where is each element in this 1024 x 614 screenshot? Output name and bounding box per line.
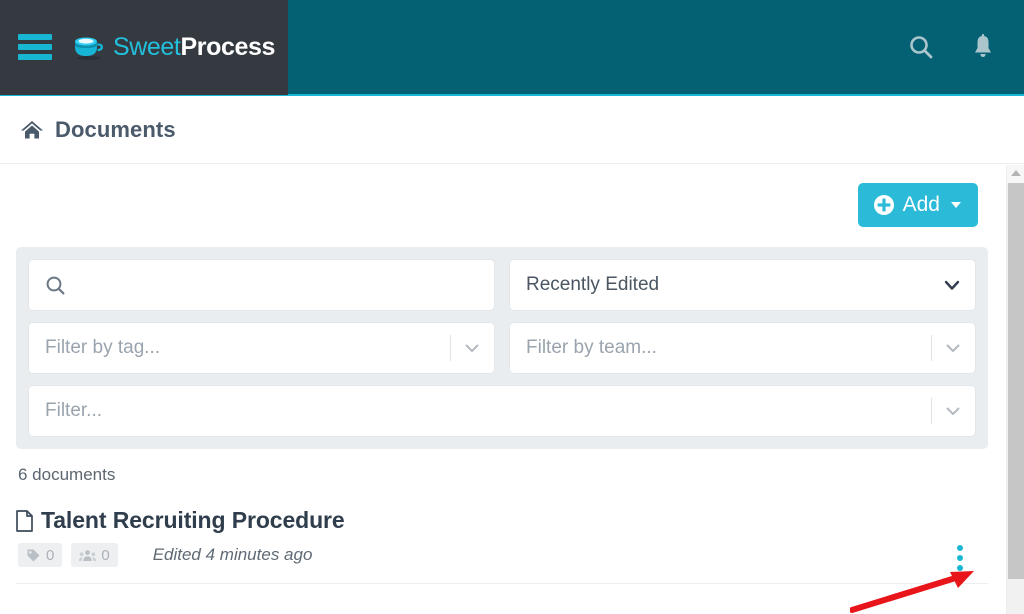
plus-circle-icon xyxy=(873,195,894,215)
caret-down-icon xyxy=(951,202,961,208)
kebab-dot xyxy=(957,555,963,561)
tag-count-badge[interactable]: 0 xyxy=(18,543,63,567)
users-icon xyxy=(79,549,97,561)
search-icon[interactable] xyxy=(906,32,936,62)
document-meta: 0 0 Edited 4 minutes ago xyxy=(18,543,988,567)
navbar-actions xyxy=(906,32,1024,62)
team-filter-placeholder: Filter by team... xyxy=(526,337,657,358)
tag-filter-select[interactable]: Filter by tag... xyxy=(28,322,495,374)
scroll-up-arrow[interactable] xyxy=(1010,170,1021,176)
filter-row-2: Filter by tag... Filter by team... xyxy=(28,322,976,374)
document-count: 6 documents xyxy=(18,465,116,484)
filter-row-1: Recently Edited xyxy=(28,259,976,311)
breadcrumb: Documents xyxy=(0,96,1024,164)
breadcrumb-label: Documents xyxy=(55,116,176,142)
team-filter-select[interactable]: Filter by team... xyxy=(509,322,976,374)
chevron-down-icon[interactable] xyxy=(462,338,482,358)
navbar-brand-zone: SweetProcess xyxy=(0,0,288,95)
scrollbar-thumb[interactable] xyxy=(1008,183,1024,579)
chevron-down-icon[interactable] xyxy=(943,401,963,421)
sort-select-value: Recently Edited xyxy=(526,274,660,295)
add-button-label: Add xyxy=(902,193,940,216)
scrollbar-track[interactable] xyxy=(1007,183,1024,614)
document-edited-time: Edited 4 minutes ago xyxy=(152,545,313,564)
search-input[interactable] xyxy=(28,259,495,311)
general-filter-placeholder: Filter... xyxy=(45,400,103,421)
filter-panel: Recently Edited Filter by tag... Filter … xyxy=(16,247,988,449)
general-filter-select[interactable]: Filter... xyxy=(28,385,976,437)
kebab-menu-icon[interactable] xyxy=(950,545,970,571)
top-navbar: SweetProcess xyxy=(0,0,1024,96)
content-toolbar: Add xyxy=(16,165,988,245)
tag-icon xyxy=(27,549,40,561)
coffee-cup-icon xyxy=(75,37,103,60)
kebab-dot xyxy=(957,545,963,551)
brand-process: Process xyxy=(180,32,275,61)
breadcrumb-item-documents[interactable]: Documents xyxy=(20,117,176,143)
vertical-scrollbar[interactable] xyxy=(1006,165,1024,614)
select-separator xyxy=(931,335,932,361)
chevron-down-icon[interactable] xyxy=(943,338,963,358)
hamburger-menu-icon[interactable] xyxy=(18,34,52,60)
select-separator xyxy=(450,335,451,361)
search-icon xyxy=(46,276,65,294)
bell-icon[interactable] xyxy=(968,32,998,62)
filter-row-3: Filter... xyxy=(28,385,976,437)
main-content: Add Recently Edited Filter by tag... Fil… xyxy=(0,165,1006,614)
chevron-down-icon xyxy=(944,280,960,290)
hamburger-bar xyxy=(18,34,52,40)
home-icon xyxy=(21,120,43,138)
file-icon xyxy=(16,509,33,532)
brand-sweet: Sweet xyxy=(113,32,181,61)
brand-wordmark: SweetProcess xyxy=(113,32,275,61)
team-count-badge[interactable]: 0 xyxy=(71,543,118,567)
document-link[interactable]: Talent Recruiting Procedure xyxy=(16,507,988,534)
tag-count-value: 0 xyxy=(46,546,55,564)
brand-logo[interactable]: SweetProcess xyxy=(72,32,275,62)
sort-select[interactable]: Recently Edited xyxy=(509,259,976,311)
kebab-dot xyxy=(957,565,963,571)
tag-filter-placeholder: Filter by tag... xyxy=(45,337,161,358)
add-button[interactable]: Add xyxy=(857,183,978,227)
team-count-value: 0 xyxy=(101,546,110,564)
document-title: Talent Recruiting Procedure xyxy=(41,507,345,533)
document-list-item: Talent Recruiting Procedure 0 0 Edited 4… xyxy=(16,507,988,584)
hamburger-bar xyxy=(18,54,52,60)
app-root: SweetProcess Documents Add Recently Edit… xyxy=(0,0,1024,614)
select-separator xyxy=(931,398,932,424)
hamburger-bar xyxy=(18,44,52,50)
